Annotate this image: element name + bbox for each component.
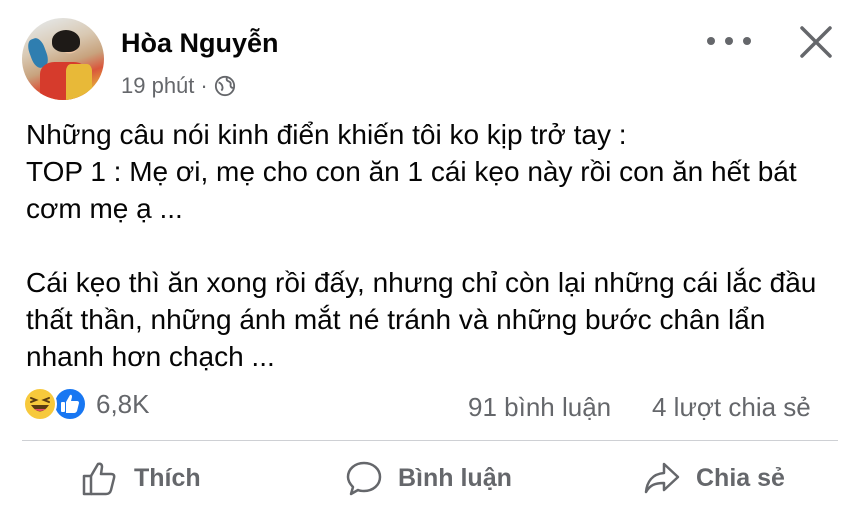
- comment-button[interactable]: Bình luận: [344, 458, 512, 498]
- post-meta: 19 phút ·: [121, 73, 236, 99]
- share-arrow-icon: [644, 462, 680, 494]
- reaction-count: 6,8K: [96, 388, 150, 419]
- reactions-summary[interactable]: 6,8K: [22, 386, 150, 422]
- comment-bubble-icon: [346, 461, 382, 496]
- shares-count[interactable]: 4 lượt chia sẻ: [652, 392, 811, 423]
- close-icon[interactable]: [796, 22, 836, 62]
- post-time[interactable]: 19 phút: [121, 73, 194, 99]
- author-avatar[interactable]: [22, 18, 104, 100]
- post-body-text: Những câu nói kinh điển khiến tôi ko kịp…: [26, 119, 817, 372]
- like-button[interactable]: Thích: [80, 458, 201, 498]
- like-label: Thích: [134, 463, 201, 492]
- divider: [22, 440, 838, 441]
- more-options-button[interactable]: [707, 28, 751, 54]
- globe-icon[interactable]: [214, 75, 236, 97]
- share-label: Chia sẻ: [696, 463, 785, 492]
- share-button[interactable]: Chia sẻ: [642, 458, 785, 498]
- author-name[interactable]: Hòa Nguyễn: [121, 28, 279, 59]
- comments-count[interactable]: 91 bình luận: [468, 392, 611, 423]
- meta-separator: ·: [200, 73, 208, 98]
- thumbs-up-icon: [82, 462, 116, 496]
- comment-label: Bình luận: [398, 463, 512, 492]
- post-stats: 6,8K 91 bình luận 4 lượt chia sẻ: [0, 380, 860, 430]
- post-header: Hòa Nguyễn 19 phút ·: [0, 0, 860, 110]
- haha-reaction-icon: [22, 386, 58, 422]
- post-actions: Thích Bình luận Chia sẻ: [0, 452, 860, 512]
